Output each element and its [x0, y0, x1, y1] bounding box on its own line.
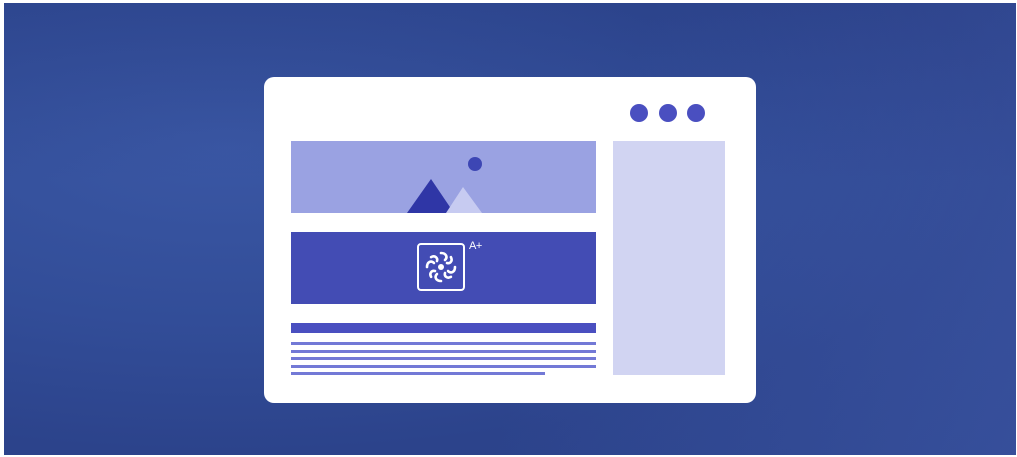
window-dot-icon	[659, 104, 677, 122]
sidebar-panel	[613, 141, 725, 375]
heading-bar	[291, 323, 596, 333]
gear-logo-icon	[417, 243, 465, 291]
window-dot-icon	[687, 104, 705, 122]
image-placeholder-icon	[407, 157, 482, 213]
window-dot-icon	[630, 104, 648, 122]
image-placeholder	[291, 141, 596, 213]
text-line	[291, 350, 596, 353]
text-line	[291, 357, 596, 360]
badge-text: A+	[469, 240, 482, 252]
text-line	[291, 342, 596, 345]
window-controls	[630, 104, 710, 124]
banner: A+	[291, 232, 596, 304]
text-line	[291, 365, 596, 368]
text-line	[291, 372, 545, 375]
browser-window-illustration: A+	[264, 77, 756, 403]
